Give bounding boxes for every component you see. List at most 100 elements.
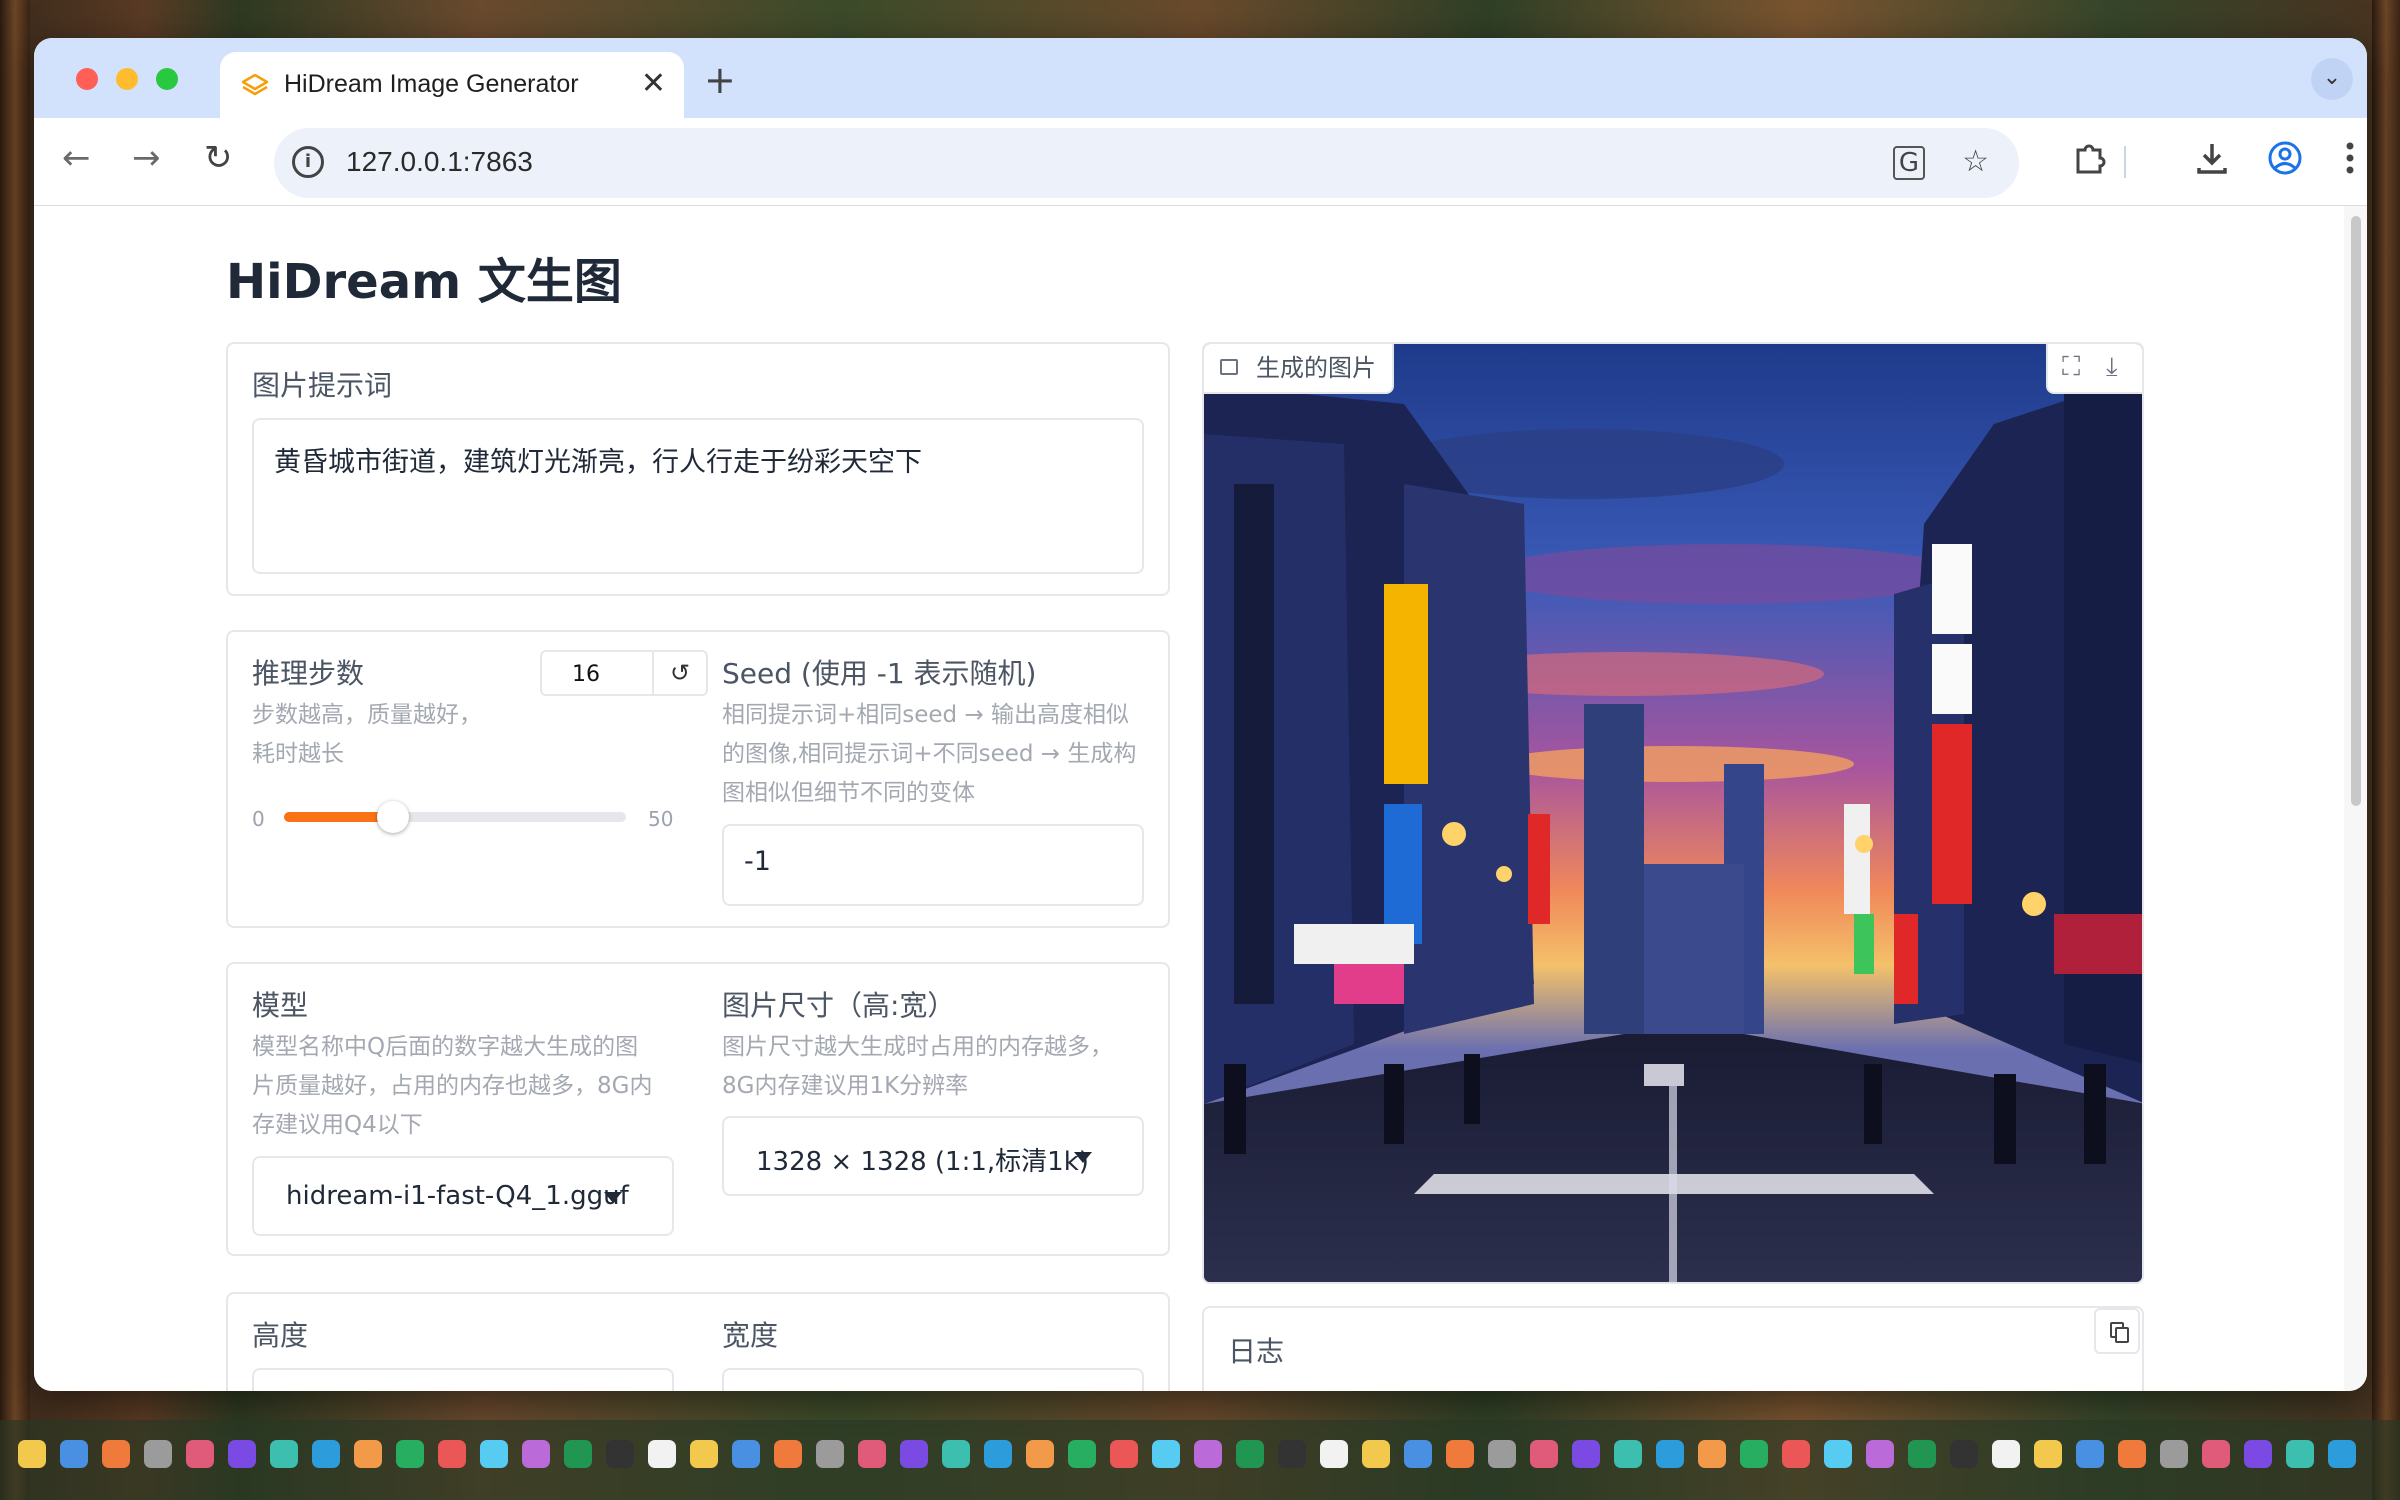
generated-image-panel: 生成的图片 ⛶ ⤓ [1202,342,2144,1284]
dock-app-icon[interactable] [1152,1440,1180,1468]
reset-icon[interactable]: ↺ [652,652,706,694]
dock-app-icon[interactable] [354,1440,382,1468]
reload-icon[interactable]: ↻ [204,138,233,178]
hidream-favicon-icon [242,74,268,96]
dock-app-icon[interactable] [2118,1440,2146,1468]
dock-app-icon[interactable] [1362,1440,1390,1468]
steps-slider[interactable] [284,801,626,833]
desktop-tree-trunk [2372,0,2400,1500]
dock-app-icon[interactable] [522,1440,550,1468]
dock-app-icon[interactable] [2286,1440,2314,1468]
dock-app-icon[interactable] [2202,1440,2230,1468]
steps-slider-thumb[interactable] [377,801,410,833]
tab-search-menu-button[interactable]: ⌄ [2311,58,2353,100]
dock-app-icon[interactable] [606,1440,634,1468]
star-icon[interactable]: ☆ [1962,144,1989,179]
image-actions: ⛶ ⤓ [2046,344,2142,394]
dock-app-icon[interactable] [2076,1440,2104,1468]
dock-app-icon[interactable] [438,1440,466,1468]
dock-app-icon[interactable] [900,1440,928,1468]
tab-close-icon[interactable]: ✕ [641,66,666,101]
generated-image[interactable] [1204,344,2144,1284]
dock-app-icon[interactable] [1530,1440,1558,1468]
download-icon[interactable] [2194,140,2230,176]
size-dropdown[interactable]: 1328 × 1328 (1:1,标清1k) [722,1116,1144,1196]
dock-app-icon[interactable] [270,1440,298,1468]
address-bar[interactable]: i 127.0.0.1:7863 G ☆ [274,128,2019,198]
dock-app-icon[interactable] [2328,1440,2356,1468]
dock-app-icon[interactable] [1404,1440,1432,1468]
dock-app-icon[interactable] [186,1440,214,1468]
dock-app-icon[interactable] [1320,1440,1348,1468]
dock-app-icon[interactable] [1866,1440,1894,1468]
page-scrollbar[interactable] [2344,206,2367,1391]
dock-app-icon[interactable] [1656,1440,1684,1468]
back-arrow-icon[interactable]: ← [62,138,91,178]
prompt-textarea[interactable]: 黄昏城市街道，建筑灯光渐亮，行人行走于纷彩天空下 [252,418,1144,574]
size-info-line: 8G内存建议用1K分辨率 [722,1073,969,1099]
dock-app-icon[interactable] [2034,1440,2062,1468]
dock-app-icon[interactable] [144,1440,172,1468]
dock-app-icon[interactable] [1824,1440,1852,1468]
dock-app-icon[interactable] [60,1440,88,1468]
model-dropdown[interactable]: hidream-i1-fast-Q4_1.gguf [252,1156,674,1236]
steps-seed-panel: 推理步数 步数越高，质量越好， 耗时越长 16 ↺ 0 50 Seed (使用 … [226,630,1170,928]
dock-app-icon[interactable] [1278,1440,1306,1468]
dock-app-icon[interactable] [396,1440,424,1468]
dock-app-icon[interactable] [102,1440,130,1468]
dock-app-icon[interactable] [312,1440,340,1468]
new-tab-button[interactable]: + [704,58,736,102]
tab-hidream[interactable]: HiDream Image Generator ✕ [220,52,684,118]
dock-app-icon[interactable] [480,1440,508,1468]
dock-app-icon[interactable] [1614,1440,1642,1468]
dock-app-icon[interactable] [858,1440,886,1468]
copy-icon[interactable] [2094,1308,2140,1354]
dock-app-icon[interactable] [816,1440,844,1468]
dock-app-icon[interactable] [1110,1440,1138,1468]
dock-app-icon[interactable] [1194,1440,1222,1468]
log-label: 日志 [1228,1335,1285,1368]
dock-app-icon[interactable] [984,1440,1012,1468]
dock-app-icon[interactable] [18,1440,46,1468]
dock-app-icon[interactable] [1992,1440,2020,1468]
extensions-icon[interactable] [2070,138,2108,176]
minimize-window-button[interactable] [116,68,138,90]
fullscreen-icon[interactable]: ⛶ [2062,352,2080,383]
height-input[interactable] [252,1368,674,1391]
dock-app-icon[interactable] [690,1440,718,1468]
forward-arrow-icon[interactable]: → [132,138,161,178]
dock-app-icon[interactable] [942,1440,970,1468]
close-window-button[interactable] [76,68,98,90]
dock-app-icon[interactable] [564,1440,592,1468]
profile-icon[interactable] [2267,140,2303,176]
dock-app-icon[interactable] [1236,1440,1264,1468]
dock-app-icon[interactable] [648,1440,676,1468]
dock-app-icon[interactable] [1068,1440,1096,1468]
dock-app-icon[interactable] [2244,1440,2272,1468]
url-text[interactable]: 127.0.0.1:7863 [346,146,533,178]
dock-app-icon[interactable] [1950,1440,1978,1468]
seed-label: Seed (使用 -1 表示随机) [722,657,1037,690]
scrollbar-thumb[interactable] [2351,216,2361,806]
translate-icon[interactable]: G [1892,146,1925,180]
download-image-icon[interactable]: ⤓ [2106,352,2118,383]
kebab-menu-icon[interactable] [2344,140,2356,176]
dock-app-icon[interactable] [774,1440,802,1468]
dock-app-icon[interactable] [732,1440,760,1468]
dock-app-icon[interactable] [1572,1440,1600,1468]
seed-input[interactable]: -1 [722,824,1144,906]
dock-app-icon[interactable] [1026,1440,1054,1468]
dock-app-icon[interactable] [228,1440,256,1468]
width-input[interactable] [722,1368,1144,1391]
dock-app-icon[interactable] [1740,1440,1768,1468]
maximize-window-button[interactable] [156,68,178,90]
site-info-icon[interactable]: i [292,146,324,178]
dock-app-icon[interactable] [1782,1440,1810,1468]
steps-number-input[interactable]: 16 ↺ [540,650,708,696]
dock-app-icon[interactable] [1908,1440,1936,1468]
size-label: 图片尺寸（高:宽） [722,989,956,1022]
dock-app-icon[interactable] [1698,1440,1726,1468]
dock-app-icon[interactable] [1488,1440,1516,1468]
dock-app-icon[interactable] [2160,1440,2188,1468]
dock-app-icon[interactable] [1446,1440,1474,1468]
